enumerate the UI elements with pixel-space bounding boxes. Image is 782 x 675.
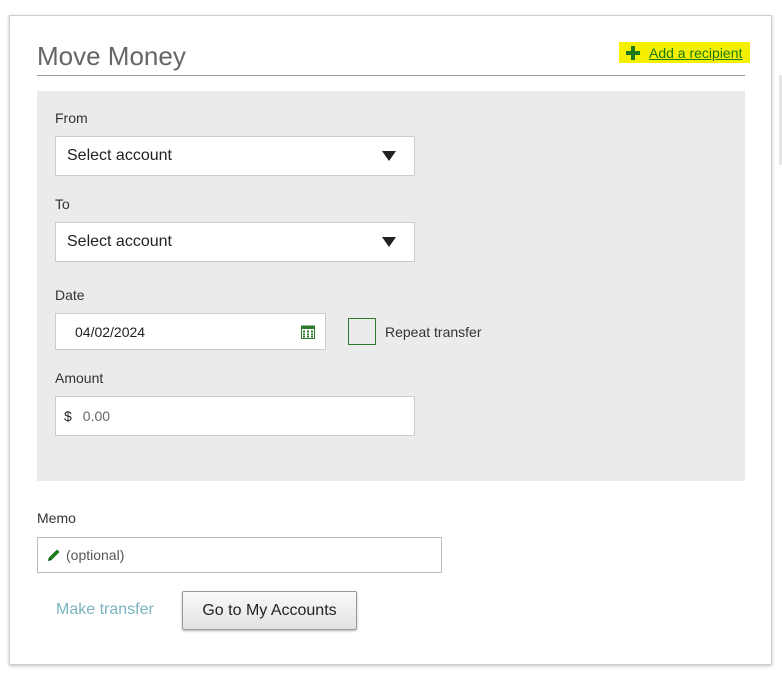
from-label: From — [55, 110, 88, 126]
chevron-down-icon — [382, 237, 396, 247]
to-label: To — [55, 196, 70, 212]
to-account-select[interactable]: Select account — [55, 222, 415, 262]
memo-field[interactable]: (optional) — [37, 537, 442, 573]
date-value: 04/02/2024 — [75, 323, 146, 340]
pencil-icon — [48, 549, 60, 561]
memo-label: Memo — [37, 510, 76, 526]
date-field[interactable]: 04/02/2024 — [55, 313, 326, 350]
go-to-my-accounts-button[interactable]: Go to My Accounts — [182, 591, 357, 630]
date-label: Date — [55, 287, 85, 303]
add-recipient-label: Add a recipient — [649, 44, 743, 61]
amount-placeholder: 0.00 — [82, 408, 111, 424]
currency-symbol: $ — [64, 408, 72, 424]
page-title: Move Money — [37, 41, 186, 71]
title-divider — [37, 75, 745, 76]
chevron-down-icon — [382, 151, 396, 161]
from-account-value: Select account — [67, 147, 172, 164]
repeat-transfer-label: Repeat transfer — [385, 324, 482, 340]
memo-placeholder: (optional) — [66, 547, 125, 563]
add-recipient-link[interactable]: Add a recipient — [619, 42, 750, 63]
repeat-transfer-checkbox[interactable] — [348, 318, 376, 345]
make-transfer-link[interactable]: Make transfer — [56, 601, 154, 619]
from-account-select[interactable]: Select account — [55, 136, 415, 176]
amount-field[interactable]: $ 0.00 — [55, 396, 415, 436]
to-account-value: Select account — [67, 233, 172, 250]
calendar-icon[interactable] — [301, 325, 315, 339]
amount-label: Amount — [55, 370, 104, 386]
plus-icon — [626, 45, 640, 60]
